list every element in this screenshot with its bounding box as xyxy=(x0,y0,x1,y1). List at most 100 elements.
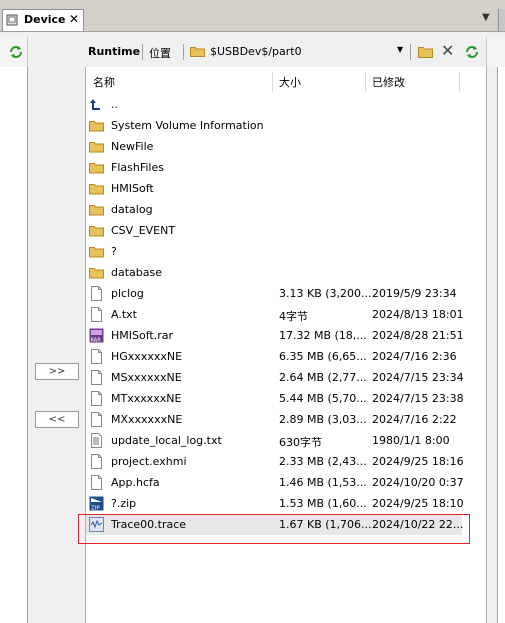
file-modified: 2024/9/25 18:16 xyxy=(372,455,464,468)
open-folder-icon[interactable] xyxy=(418,45,433,58)
file-size: 630字节 xyxy=(279,436,322,449)
folder-row[interactable]: database xyxy=(86,262,462,283)
file-name: System Volume Information xyxy=(111,119,264,132)
file-row[interactable]: project.exhmi 2.33 MB (2,43... 2024/9/25 1… xyxy=(86,451,464,472)
file-size: 2.33 MB (2,43... xyxy=(279,455,367,468)
rar-icon: RAR xyxy=(89,328,104,344)
path-select[interactable]: $USBDev$/part0 xyxy=(210,45,302,58)
column-header-modified[interactable]: 已修改 xyxy=(372,74,405,90)
file-name: database xyxy=(111,266,162,279)
file-icon xyxy=(89,454,104,469)
file-name: CSV_EVENT xyxy=(111,224,176,237)
file-name: HMISoft xyxy=(111,182,154,195)
file-row[interactable]: ZIP ?.zip 1.53 MB (1,60... 2024/9/25 18:10 xyxy=(86,493,464,514)
folder-row[interactable]: .. xyxy=(86,94,462,115)
copy-to-device-button[interactable]: >> xyxy=(35,363,79,380)
zip-icon: ZIP xyxy=(89,496,104,512)
file-row[interactable]: plclog 3.13 KB (3,200... 2019/5/9 23:34 xyxy=(86,283,462,304)
file-name: plclog xyxy=(111,287,144,300)
file-size: 1.53 MB (1,60... xyxy=(279,497,367,510)
right-pane-edge xyxy=(486,37,505,67)
file-size: 2.89 MB (3,03... xyxy=(279,413,367,426)
file-row[interactable]: App.hcfa 1.46 MB (1,53... 2024/10/20 0:37 xyxy=(86,472,464,493)
file-name: HGxxxxxxNE xyxy=(111,350,183,363)
file-modified: 2024/7/15 23:38 xyxy=(372,392,464,405)
file-size: 4字节 xyxy=(279,310,308,323)
svg-text:ZIP: ZIP xyxy=(91,506,100,512)
file-name: NewFile xyxy=(111,140,154,153)
file-icon xyxy=(89,370,104,385)
highlight-box xyxy=(78,514,470,544)
folder-row[interactable]: CSV_EVENT xyxy=(86,220,462,241)
file-modified: 2024/10/20 0:37 xyxy=(372,476,464,489)
file-name: ?.zip xyxy=(111,497,137,510)
file-name: HMISoft.rar xyxy=(111,329,173,342)
folder-icon xyxy=(89,160,104,175)
file-icon xyxy=(89,286,104,301)
chevron-down-icon[interactable]: ▼ xyxy=(482,12,490,23)
divider xyxy=(183,44,184,60)
folder-icon xyxy=(89,202,104,217)
file-row[interactable]: update_local_log.txt 630字节 1980/1/1 8:00 xyxy=(86,430,462,451)
column-divider[interactable] xyxy=(459,72,460,92)
file-row[interactable]: MTxxxxxxNE 5.44 MB (5,70... 2024/7/15 23:3… xyxy=(86,388,464,409)
file-size: 3.13 KB (3,200... xyxy=(279,287,372,300)
file-name: update_local_log.txt xyxy=(111,434,222,447)
file-modified: 2024/7/16 2:22 xyxy=(372,413,457,426)
folder-row[interactable]: ? xyxy=(86,241,462,262)
divider xyxy=(410,44,411,60)
file-size: 17.32 MB (18,... xyxy=(279,329,367,342)
file-size: 6.35 MB (6,65... xyxy=(279,350,367,363)
column-divider[interactable] xyxy=(365,72,366,92)
refresh-icon[interactable] xyxy=(8,44,24,60)
folder-icon xyxy=(89,181,104,196)
file-modified: 2024/9/25 18:10 xyxy=(372,497,464,510)
file-row[interactable]: MXxxxxxxNE 2.89 MB (3,03... 2024/7/16 2:22 xyxy=(86,409,462,430)
textfile-icon xyxy=(89,433,104,448)
file-icon xyxy=(89,412,104,427)
file-name: datalog xyxy=(111,203,153,216)
file-row[interactable]: MSxxxxxxNE 2.64 MB (2,77... 2024/7/15 23:3… xyxy=(86,367,464,388)
chevron-down-icon[interactable]: ▼ xyxy=(397,45,403,54)
file-modified: 2019/5/9 23:34 xyxy=(372,287,457,300)
runtime-label: Runtime xyxy=(88,45,141,58)
file-name: FlashFiles xyxy=(111,161,164,174)
file-name: MSxxxxxxNE xyxy=(111,371,182,384)
local-file-pane[interactable] xyxy=(0,67,28,623)
file-row[interactable]: A.txt 4字节 2024/8/13 18:01 xyxy=(86,304,464,325)
folder-row[interactable]: System Volume Information xyxy=(86,115,462,136)
column-header-name[interactable]: 名称 xyxy=(93,74,115,90)
location-label: 位置 xyxy=(149,47,171,60)
folder-row[interactable]: FlashFiles xyxy=(86,157,462,178)
folder-row[interactable]: datalog xyxy=(86,199,462,220)
copy-from-device-button[interactable]: << xyxy=(35,411,79,428)
tab-strip-edge xyxy=(498,9,505,31)
column-header-size[interactable]: 大小 xyxy=(279,74,301,90)
file-name: App.hcfa xyxy=(111,476,160,489)
folder-row[interactable]: NewFile xyxy=(86,136,462,157)
file-modified: 2024/8/13 18:01 xyxy=(372,308,464,321)
column-divider[interactable] xyxy=(272,72,273,92)
folder-row[interactable]: HMISoft xyxy=(86,178,462,199)
file-row[interactable]: RAR HMISoft.rar 17.32 MB (18,... 2024/8/28 … xyxy=(86,325,464,346)
divider xyxy=(142,44,143,60)
tab-label: Device xyxy=(24,13,66,26)
right-edge-pane xyxy=(497,67,505,623)
folder-icon xyxy=(89,265,104,280)
delete-icon[interactable]: ✕ xyxy=(441,41,454,60)
close-icon[interactable]: ✕ xyxy=(69,12,79,26)
file-modified: 2024/7/16 2:36 xyxy=(372,350,457,363)
device-icon xyxy=(6,14,18,26)
file-icon xyxy=(89,475,104,490)
folder-icon xyxy=(89,139,104,154)
file-icon xyxy=(89,307,104,322)
file-name: project.exhmi xyxy=(111,455,187,468)
tab-device[interactable]: Device ✕ xyxy=(2,9,84,31)
file-modified: 1980/1/1 8:00 xyxy=(372,434,450,447)
file-size: 5.44 MB (5,70... xyxy=(279,392,367,405)
refresh-icon[interactable] xyxy=(464,44,480,60)
file-name: A.txt xyxy=(111,308,137,321)
up-arrow-icon xyxy=(89,97,104,112)
file-name: ? xyxy=(111,245,117,258)
file-row[interactable]: HGxxxxxxNE 6.35 MB (6,65... 2024/7/16 2:36 xyxy=(86,346,462,367)
